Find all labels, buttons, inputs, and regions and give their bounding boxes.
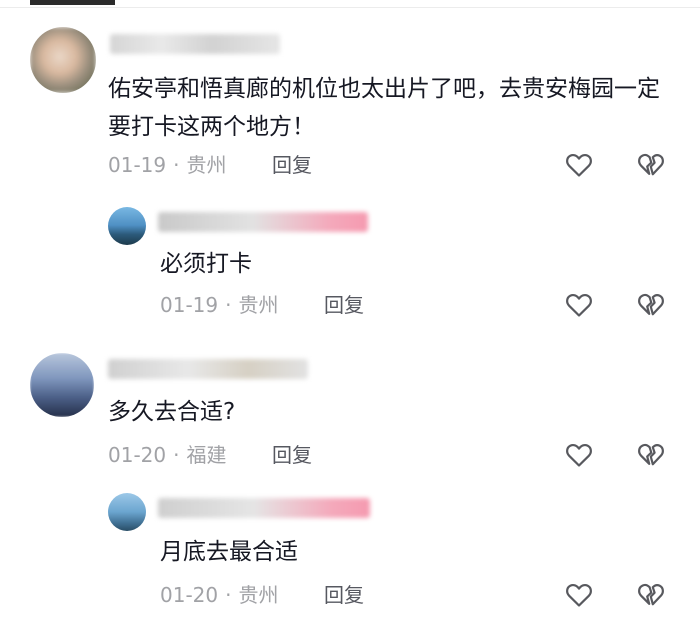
comment-meta: 01-20 · 贵州	[160, 582, 278, 608]
comment-text: 月底去最合适	[160, 539, 298, 565]
separator: ·	[173, 153, 180, 177]
separator: ·	[225, 293, 232, 317]
dislike-button[interactable]	[636, 150, 666, 180]
comment-text: 必须打卡	[160, 251, 252, 277]
comment-location: 贵州	[238, 293, 279, 317]
like-button[interactable]	[564, 150, 594, 180]
comment-meta: 01-19 · 贵州	[160, 292, 278, 318]
reply-button[interactable]: 回复	[272, 442, 312, 468]
comment-location: 贵州	[186, 153, 227, 177]
reply-button[interactable]: 回复	[324, 292, 364, 318]
broken-heart-icon	[638, 443, 664, 466]
avatar[interactable]	[30, 353, 94, 417]
comment-text: 多久去合适?	[108, 399, 236, 425]
reply-button[interactable]: 回复	[324, 582, 364, 608]
heart-outline-icon	[566, 443, 592, 467]
like-button[interactable]	[564, 290, 594, 320]
comment-location: 福建	[186, 443, 227, 467]
comment-location: 贵州	[238, 583, 279, 607]
comment-date: 01-19	[160, 293, 219, 317]
dislike-button[interactable]	[636, 580, 666, 610]
avatar[interactable]	[108, 493, 146, 531]
active-tab-indicator	[30, 0, 115, 5]
avatar[interactable]	[108, 207, 146, 245]
comment-meta: 01-19 · 贵州	[108, 152, 226, 178]
reply-button[interactable]: 回复	[272, 152, 312, 178]
comment-date: 01-20	[160, 583, 219, 607]
divider	[0, 7, 700, 8]
broken-heart-icon	[638, 583, 664, 606]
avatar[interactable]	[30, 27, 96, 93]
like-button[interactable]	[564, 580, 594, 610]
heart-outline-icon	[566, 153, 592, 177]
separator: ·	[173, 443, 180, 467]
separator: ·	[225, 583, 232, 607]
dislike-button[interactable]	[636, 440, 666, 470]
like-button[interactable]	[564, 440, 594, 470]
heart-outline-icon	[566, 583, 592, 607]
broken-heart-icon	[638, 153, 664, 176]
username-blurred[interactable]	[110, 34, 280, 54]
username-blurred[interactable]	[108, 359, 308, 379]
heart-outline-icon	[566, 293, 592, 317]
username-blurred[interactable]	[158, 498, 370, 518]
comment-text: 佑安亭和悟真廊的机位也太出片了吧，去贵安梅园一定要打卡这两个地方！	[108, 76, 660, 140]
username-blurred[interactable]	[158, 212, 368, 232]
comment-date: 01-19	[108, 153, 167, 177]
broken-heart-icon	[638, 293, 664, 316]
dislike-button[interactable]	[636, 290, 666, 320]
comment-meta: 01-20 · 福建	[108, 442, 226, 468]
comment-date: 01-20	[108, 443, 167, 467]
